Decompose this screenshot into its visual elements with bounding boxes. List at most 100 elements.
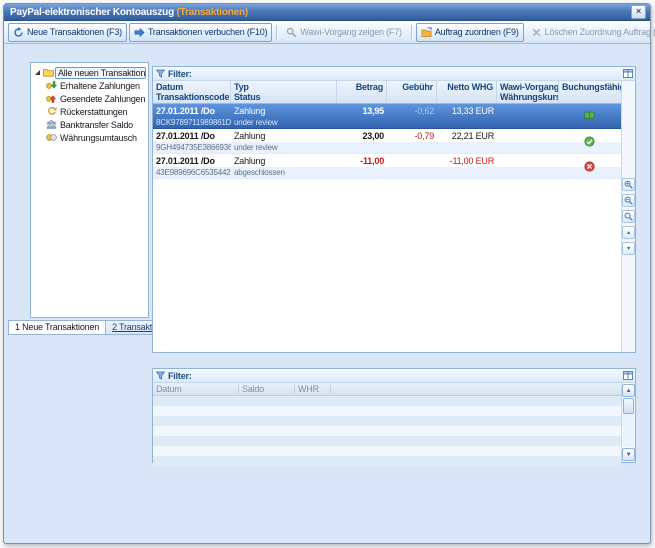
- row-netto: 13,33 EUR: [437, 106, 497, 116]
- row-betrag: 23,00: [337, 131, 387, 141]
- column-header-buchungsfaehig[interactable]: Buchungsfähig: [559, 81, 621, 103]
- tree-item-refunds[interactable]: Rückerstattungen: [31, 105, 148, 118]
- column-header-netto-whg[interactable]: Netto WHG: [437, 81, 497, 103]
- filter-label: Filter:: [168, 69, 192, 79]
- row-gebuehr: -0,79: [387, 131, 437, 141]
- tree-item-all-new-transactions[interactable]: Alle neuen Transaktionen: [31, 66, 148, 79]
- row-transaktionscode: 43E989696C6535442: [153, 168, 231, 177]
- transaction-row[interactable]: 27.01.2011 /Do Zahlung 13,95 -0,62 13,33…: [153, 104, 621, 129]
- empty-row: [153, 426, 621, 436]
- row-datum: 27.01.2011 /Do: [153, 156, 231, 166]
- saldo-grid-header: Datum Saldo WHR: [153, 383, 621, 396]
- grid-empty-area: [153, 179, 621, 352]
- tree-item-label: Banktransfer Saldo: [60, 120, 133, 130]
- scroll-down-button[interactable]: ▼: [622, 448, 635, 461]
- bookable-check-icon: [584, 136, 595, 149]
- search-icon[interactable]: [622, 210, 635, 223]
- tree-item-label: Alle neuen Transaktionen: [55, 67, 146, 79]
- column-header-gebuehr[interactable]: Gebühr: [387, 81, 437, 103]
- row-status: abgeschlossen: [231, 168, 337, 177]
- bookable-book-icon: [584, 111, 595, 123]
- column-chooser-icon[interactable]: [623, 371, 633, 380]
- magnifier-gray-icon: [286, 27, 297, 38]
- not-bookable-icon: [584, 161, 595, 174]
- assign-order-label: Auftrag zuordnen (F9): [435, 27, 519, 37]
- paypal-statement-window: PayPal-elektronischer Kontoauszug (Trans…: [3, 3, 651, 544]
- grid-side-toolbar: ▴ ▾: [621, 81, 635, 352]
- column-header-datum[interactable]: DatumTransaktionscode: [153, 81, 231, 103]
- tree-item-sent-payments[interactable]: Gesendete Zahlungen: [31, 92, 148, 105]
- row-typ: Zahlung: [231, 106, 337, 116]
- zoom-out-icon[interactable]: [622, 194, 635, 207]
- scroll-down-icon[interactable]: ▾: [622, 242, 635, 255]
- column-header-typ[interactable]: TypStatus: [231, 81, 337, 103]
- scroll-up-button[interactable]: ▲: [622, 384, 635, 397]
- transaction-row[interactable]: 27.01.2011 /Do Zahlung 23,00 -0,79 22,21…: [153, 129, 621, 154]
- tree-item-label: Erhaltene Zahlungen: [60, 81, 140, 91]
- column-header-datum[interactable]: Datum: [153, 384, 239, 394]
- column-header-whr[interactable]: WHR: [295, 384, 331, 394]
- folder-icon: [43, 68, 54, 77]
- bank-icon: [46, 120, 57, 129]
- tree-item-label: Gesendete Zahlungen: [60, 94, 145, 104]
- row-typ: Zahlung: [231, 131, 337, 141]
- row-netto: -11,00 EUR: [437, 156, 497, 166]
- window-title: PayPal-elektronischer Kontoauszug (Trans…: [10, 7, 248, 18]
- filter-band[interactable]: Filter:: [153, 67, 635, 81]
- new-transactions-button[interactable]: Neue Transaktionen (F3): [8, 23, 127, 42]
- post-arrow-icon: [134, 27, 145, 38]
- scroll-up-icon[interactable]: ▴: [622, 226, 635, 239]
- tree-item-currency-exchange[interactable]: Währungsumtausch: [31, 131, 148, 144]
- expander-icon[interactable]: [35, 70, 40, 75]
- window-title-suffix: (Transaktionen): [177, 7, 248, 18]
- row-datum: 27.01.2011 /Do: [153, 106, 231, 116]
- filter-label: Filter:: [168, 371, 192, 381]
- saldo-scrollbar: ▲ ▼: [621, 383, 635, 462]
- empty-row: [153, 416, 621, 426]
- new-transactions-label: Neue Transaktionen (F3): [27, 27, 122, 37]
- row-typ: Zahlung: [231, 156, 337, 166]
- assign-order-button[interactable]: Auftrag zuordnen (F9): [416, 23, 524, 42]
- empty-row: [153, 396, 621, 406]
- zoom-in-icon[interactable]: [622, 178, 635, 191]
- transaction-category-tree: Alle neuen Transaktionen Erhaltene Zahlu…: [30, 62, 149, 318]
- column-chooser-icon[interactable]: [623, 69, 633, 78]
- tree-item-label: Rückerstattungen: [60, 107, 127, 117]
- grid-header: DatumTransaktionscode TypStatus Betrag G…: [153, 81, 621, 104]
- filter-band[interactable]: Filter:: [153, 369, 635, 383]
- empty-row: [153, 446, 621, 456]
- transaction-row[interactable]: 27.01.2011 /Do Zahlung -11,00 -11,00 EUR…: [153, 154, 621, 179]
- titlebar: PayPal-elektronischer Kontoauszug (Trans…: [4, 4, 650, 21]
- scrollbar-track[interactable]: [623, 398, 634, 447]
- filter-funnel-icon: [156, 371, 165, 380]
- post-transactions-button[interactable]: Transaktionen verbuchen (F10): [129, 23, 272, 42]
- filter-funnel-icon: [156, 69, 165, 78]
- empty-row: [153, 456, 621, 466]
- column-header-betrag[interactable]: Betrag: [337, 81, 387, 103]
- row-status: under review: [231, 118, 337, 127]
- row-gebuehr: -0,62: [387, 106, 437, 116]
- row-betrag: 13,95: [337, 106, 387, 116]
- row-netto: 22,21 EUR: [437, 131, 497, 141]
- scrollbar-thumb[interactable]: [623, 398, 634, 414]
- column-header-wawi-vorgang[interactable]: Wawi-VorgangWährungskurs: [497, 81, 559, 103]
- tree-item-bank-transfer-balance[interactable]: Banktransfer Saldo: [31, 118, 148, 131]
- column-header-saldo[interactable]: Saldo: [239, 384, 295, 394]
- sent-payments-icon: [46, 94, 57, 103]
- row-status: under review: [231, 143, 337, 152]
- delete-assignment-button: Löschen Zuordnung Auftrag (F4): [526, 23, 655, 42]
- close-button[interactable]: ×: [631, 5, 646, 19]
- row-transaktionscode: 9GH494735E3866936: [153, 143, 231, 152]
- empty-row: [153, 406, 621, 416]
- empty-row: [153, 436, 621, 446]
- tree-item-received-payments[interactable]: Erhaltene Zahlungen: [31, 79, 148, 92]
- tab-new-transactions[interactable]: 1 Neue Transaktionen: [8, 320, 106, 335]
- row-datum: 27.01.2011 /Do: [153, 131, 231, 141]
- toolbar: Neue Transaktionen (F3) Transaktionen ve…: [4, 21, 650, 44]
- show-wawi-button: Wawi-Vorgang zeigen (F7): [281, 23, 406, 42]
- toolbar-separator: [276, 25, 277, 40]
- row-transaktionscode: 8CK9789711989861D: [153, 118, 231, 127]
- received-payments-icon: [46, 81, 57, 90]
- row-betrag: -11,00: [337, 156, 387, 166]
- assign-folder-icon: [421, 27, 432, 38]
